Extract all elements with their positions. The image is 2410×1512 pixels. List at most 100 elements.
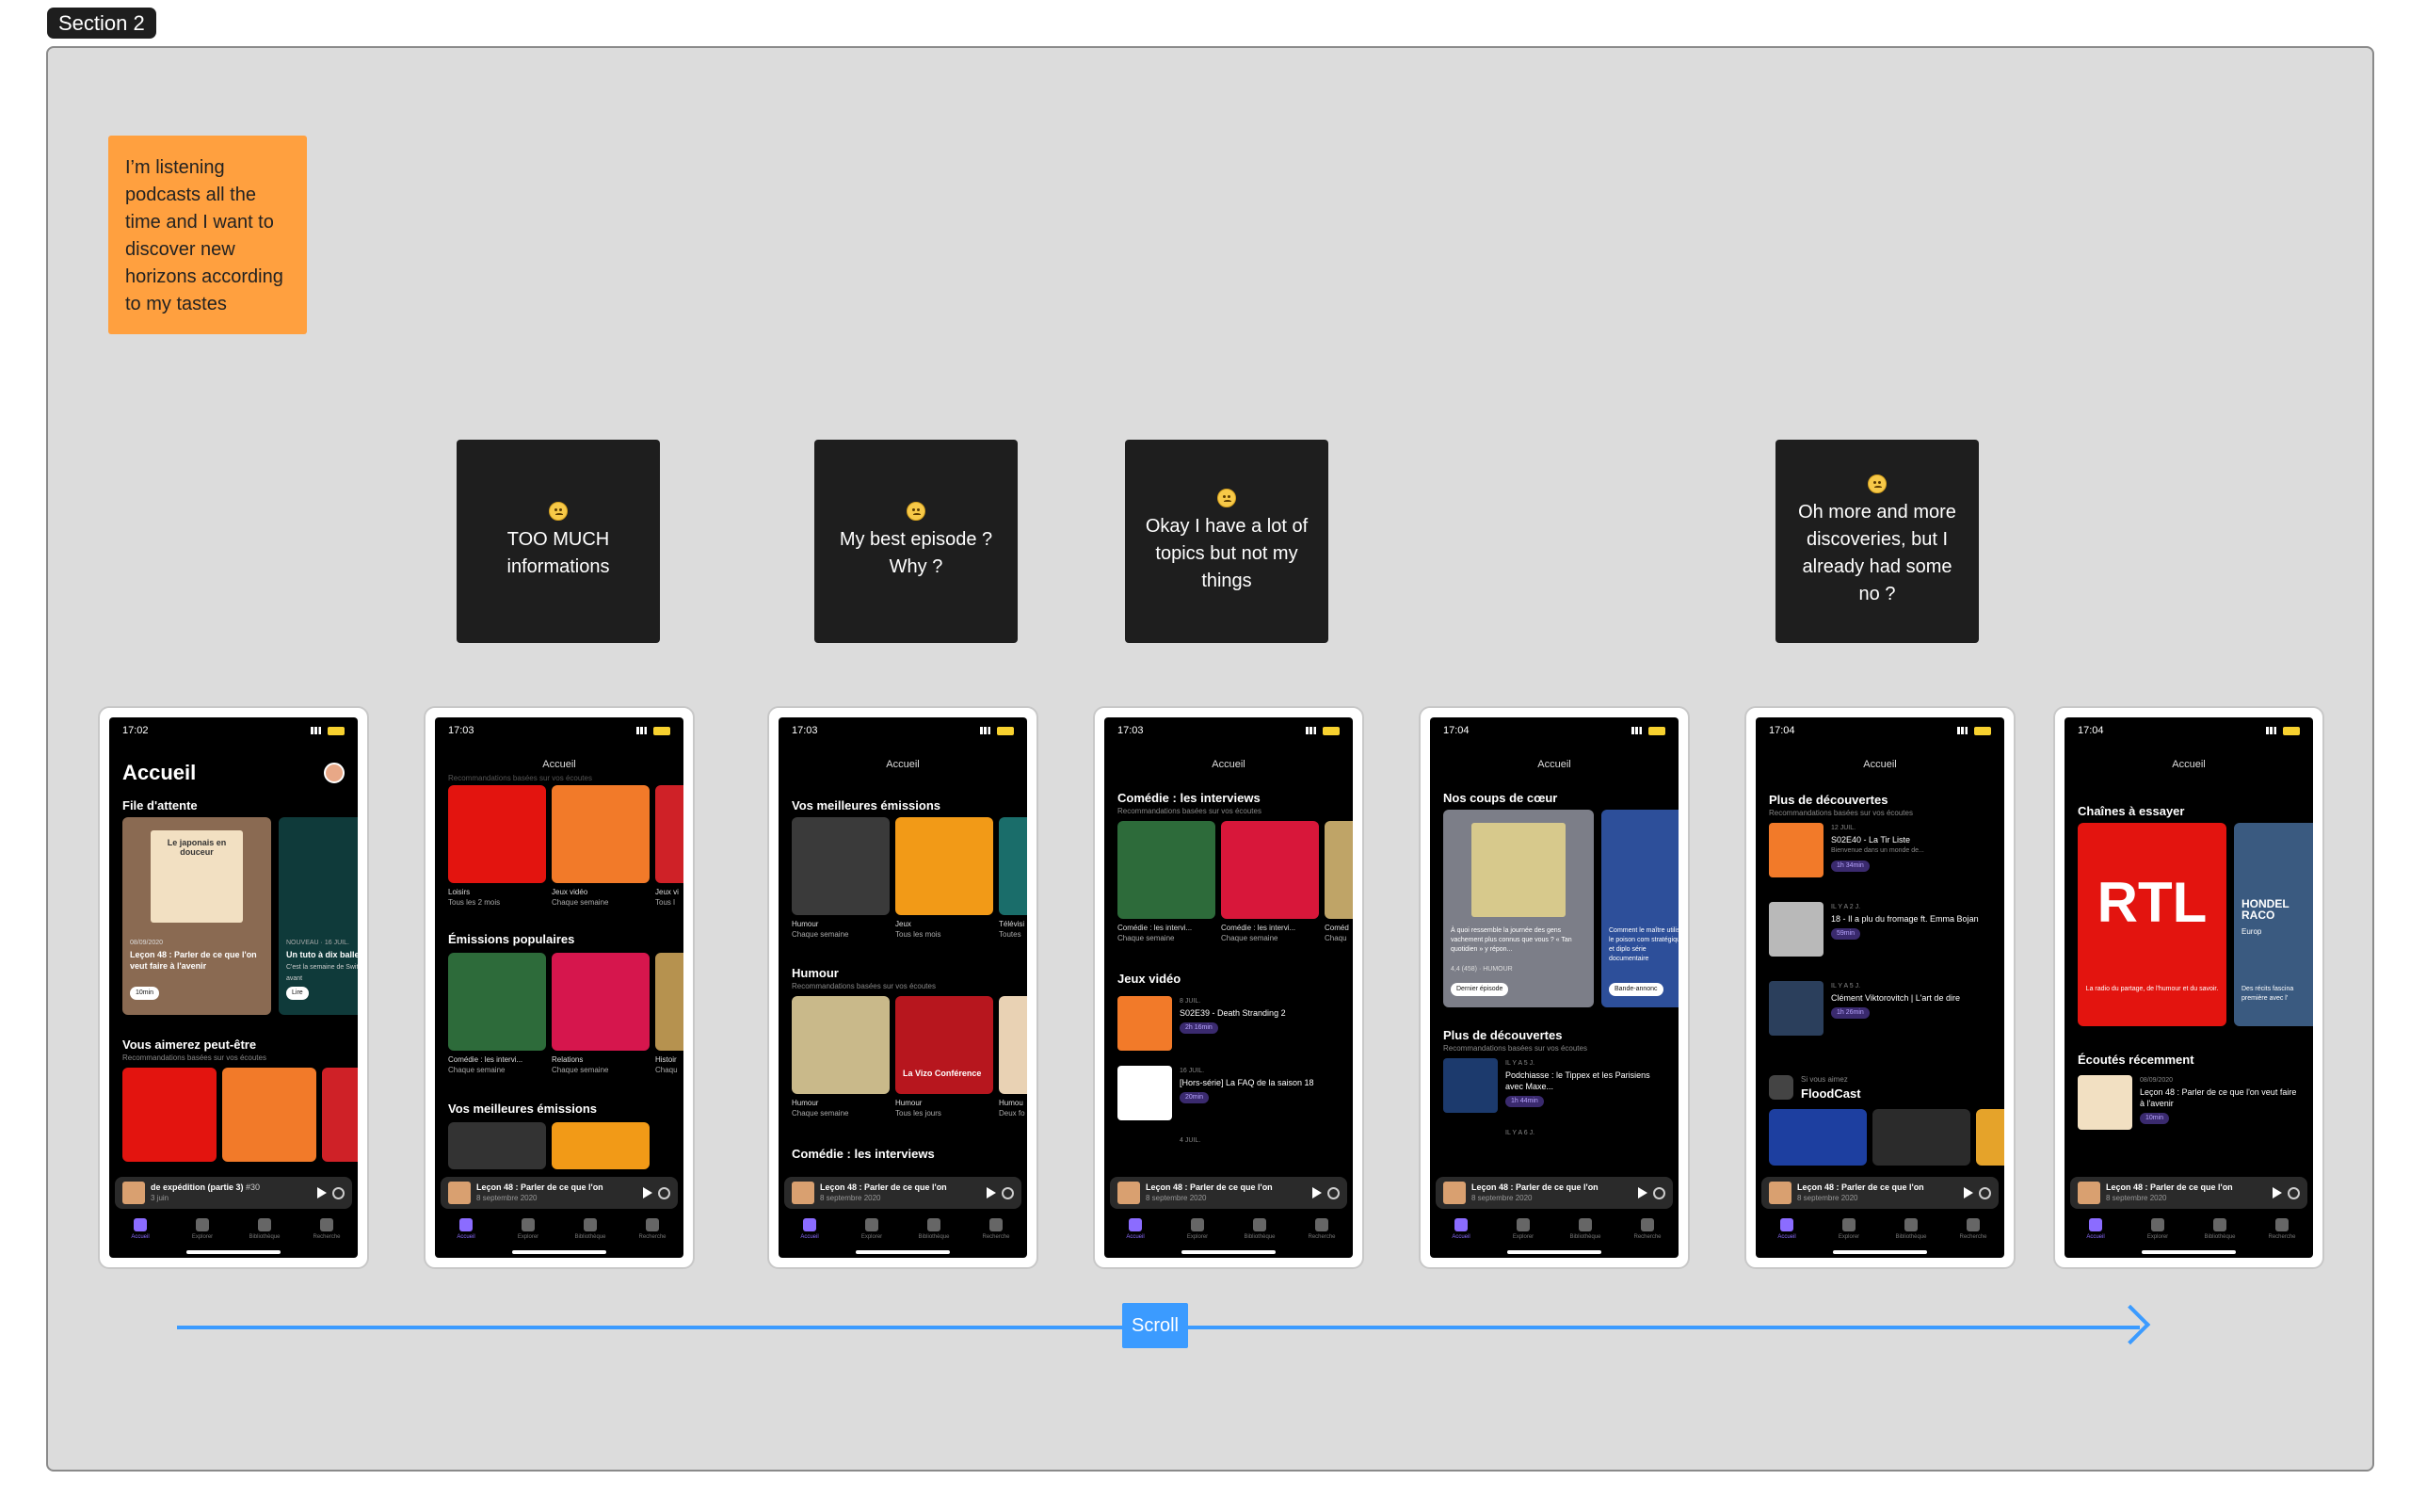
pain-point-note-2[interactable]: My best episode ? Why ? <box>814 440 1018 643</box>
avatar[interactable] <box>324 763 345 783</box>
section-title-comedy[interactable]: Comédie : les interviews <box>792 1147 935 1161</box>
podcast-tile[interactable] <box>552 953 650 1051</box>
scroll-label[interactable]: Scroll <box>1122 1303 1188 1348</box>
section-title-floodcast[interactable]: FloodCast <box>1801 1086 1861 1101</box>
podcast-tile[interactable] <box>448 1122 546 1169</box>
section-title-discoveries[interactable]: Plus de découvertes <box>1443 1028 1562 1042</box>
tab-home[interactable]: Accueil <box>1112 1218 1159 1258</box>
episode-row[interactable]: IL Y A 2 J. 18 - Il a plu du fromage ft.… <box>1769 902 1995 962</box>
episode-row[interactable]: 08/09/2020 Leçon 48 : Parler de ce que l… <box>2078 1075 2304 1135</box>
duration-pill[interactable]: 10min <box>130 987 160 1000</box>
episode-row[interactable]: IL Y A 5 J. Clément Viktorovitch | L'art… <box>1769 981 1995 1041</box>
episode-row[interactable]: 4 JUIL. <box>1117 1135 1343 1164</box>
tab-home[interactable]: Accueil <box>117 1218 164 1258</box>
podcast-tile-cosy-corner[interactable] <box>122 1068 217 1162</box>
play-icon[interactable] <box>1638 1187 1647 1198</box>
tab-search[interactable]: Recherche <box>629 1218 676 1258</box>
episode-row[interactable]: 16 JUIL. [Hors-série] La FAQ de la saiso… <box>1117 1066 1343 1126</box>
tab-search[interactable]: Recherche <box>303 1218 350 1258</box>
podcast-tile-lherdp[interactable] <box>222 1068 316 1162</box>
play-icon[interactable] <box>2273 1187 2282 1198</box>
section-title-discoveries[interactable]: Plus de découvertes <box>1769 793 1888 807</box>
play-icon[interactable] <box>1312 1187 1322 1198</box>
podcast-tile[interactable] <box>895 817 993 915</box>
pain-point-note-4[interactable]: Oh more and more discoveries, but I alre… <box>1775 440 1979 643</box>
featured-card-ton-quotidien[interactable]: À quoi ressemble la journée des gens vac… <box>1443 810 1594 1007</box>
podcast-tile[interactable] <box>1976 1109 2004 1166</box>
podcast-tile-ton-quotidien[interactable] <box>792 996 890 1094</box>
mini-player[interactable]: Leçon 48 : Parler de ce que l'on 8 septem… <box>1110 1177 1347 1209</box>
podcast-tile[interactable] <box>322 1068 358 1162</box>
trailer-button[interactable]: Bande-annonc <box>1609 983 1663 996</box>
section-title-channels[interactable]: Chaînes à essayer <box>2078 804 2184 818</box>
tab-home[interactable]: Accueil <box>442 1218 490 1258</box>
podcast-tile[interactable] <box>1117 821 1215 919</box>
episode-row[interactable]: 8 JUIL. S02E39 - Death Stranding 2 2h 16… <box>1117 996 1343 1056</box>
section-title-humour[interactable]: Humour <box>792 966 839 980</box>
podcast-tile[interactable] <box>999 817 1027 915</box>
mini-player[interactable]: Leçon 48 : Parler de ce que l'on 8 septem… <box>1761 1177 1999 1209</box>
podcast-tile-vizo[interactable]: La Vizo Conférence <box>895 996 993 1094</box>
tab-home[interactable]: Accueil <box>2072 1218 2119 1258</box>
pain-point-note-3[interactable]: Okay I have a lot of topics but not my t… <box>1125 440 1328 643</box>
queue-card-2[interactable]: NOUVEAU · 16 JUIL. Un tuto à dix balles … <box>279 817 358 1015</box>
mini-player[interactable]: de expédition (partie 3) #30 3 juin <box>115 1177 352 1209</box>
featured-card[interactable]: Comment le maître utilisé le poison com … <box>1601 810 1679 1007</box>
skip-forward-icon[interactable] <box>658 1186 670 1199</box>
persona-sticky-note[interactable]: I’m listening podcasts all the time and … <box>108 136 307 334</box>
tab-home[interactable]: Accueil <box>1763 1218 1810 1258</box>
podcast-tile[interactable] <box>1325 821 1353 919</box>
tab-home[interactable]: Accueil <box>1438 1218 1485 1258</box>
section-title-favorites[interactable]: Nos coups de cœur <box>1443 791 1557 805</box>
tab-search[interactable]: Recherche <box>972 1218 1020 1258</box>
skip-forward-icon[interactable] <box>1979 1186 1991 1199</box>
section-title-best[interactable]: Vos meilleures émissions <box>792 798 940 812</box>
episode-row[interactable]: IL Y A 6 J. <box>1443 1128 1669 1156</box>
channel-card[interactable]: HONDEL RACO Europ Des récits fascina pre… <box>2234 823 2313 1026</box>
episode-row[interactable]: IL Y A 5 J. Podchiasse : le Tippex et le… <box>1443 1058 1669 1118</box>
play-icon[interactable] <box>317 1187 327 1198</box>
channel-card-rtl[interactable]: RTL La radio du partage, de l'humour et … <box>2078 823 2226 1026</box>
podcast-tile[interactable] <box>552 1122 650 1169</box>
play-icon[interactable] <box>643 1187 652 1198</box>
podcast-tile-floodcast[interactable] <box>792 817 890 915</box>
skip-forward-icon[interactable] <box>1653 1186 1665 1199</box>
section-title-recent[interactable]: Écoutés récemment <box>2078 1053 2194 1067</box>
latest-episode-button[interactable]: Dernier épisode <box>1451 983 1509 996</box>
skip-forward-icon[interactable] <box>2288 1186 2300 1199</box>
grid-icon <box>2151 1218 2164 1231</box>
mini-player[interactable]: Leçon 48 : Parler de ce que l'on 8 septem… <box>784 1177 1021 1209</box>
podcast-tile[interactable] <box>1872 1109 1970 1166</box>
episode-row[interactable]: 12 JUIL. S02E40 - La Tir Liste Bienvenue… <box>1769 823 1995 883</box>
tab-search[interactable]: Recherche <box>1950 1218 1997 1258</box>
section-title-popular[interactable]: Émissions populaires <box>448 932 574 946</box>
queue-card-1[interactable]: Le japonais en douceur 08/09/2020 Leçon … <box>122 817 271 1015</box>
tab-search[interactable]: Recherche <box>2258 1218 2306 1258</box>
section-title-comedy[interactable]: Comédie : les interviews <box>1117 791 1261 805</box>
podcast-tile[interactable] <box>1221 821 1319 919</box>
podcast-tile-lherdp[interactable] <box>552 785 650 883</box>
mini-player[interactable]: Leçon 48 : Parler de ce que l'on 8 septem… <box>2070 1177 2307 1209</box>
section-title-best[interactable]: Vos meilleures émissions <box>448 1102 597 1116</box>
play-pill[interactable]: Lire <box>286 987 309 1000</box>
tab-search[interactable]: Recherche <box>1298 1218 1345 1258</box>
podcast-tile[interactable] <box>999 996 1027 1094</box>
podcast-tile[interactable] <box>448 953 546 1051</box>
podcast-tile[interactable] <box>655 785 683 883</box>
mini-player[interactable]: Leçon 48 : Parler de ce que l'on 8 septem… <box>441 1177 678 1209</box>
pain-point-note-1[interactable]: TOO MUCH informations <box>457 440 660 643</box>
skip-forward-icon[interactable] <box>332 1186 345 1199</box>
mini-player[interactable]: Leçon 48 : Parler de ce que l'on 8 septem… <box>1436 1177 1673 1209</box>
section-title-video-games[interactable]: Jeux vidéo <box>1117 972 1181 986</box>
tab-home[interactable]: Accueil <box>786 1218 833 1258</box>
section-title-suggestions[interactable]: Vous aimerez peut-être <box>122 1037 256 1052</box>
skip-forward-icon[interactable] <box>1002 1186 1014 1199</box>
play-icon[interactable] <box>1964 1187 1973 1198</box>
play-icon[interactable] <box>987 1187 996 1198</box>
podcast-tile[interactable] <box>655 953 683 1051</box>
podcast-tile-cosy-corner[interactable] <box>448 785 546 883</box>
podcast-tile[interactable] <box>1769 1109 1867 1166</box>
tab-search[interactable]: Recherche <box>1624 1218 1671 1258</box>
skip-forward-icon[interactable] <box>1327 1186 1340 1199</box>
section-title-queue[interactable]: File d'attente <box>122 798 198 812</box>
